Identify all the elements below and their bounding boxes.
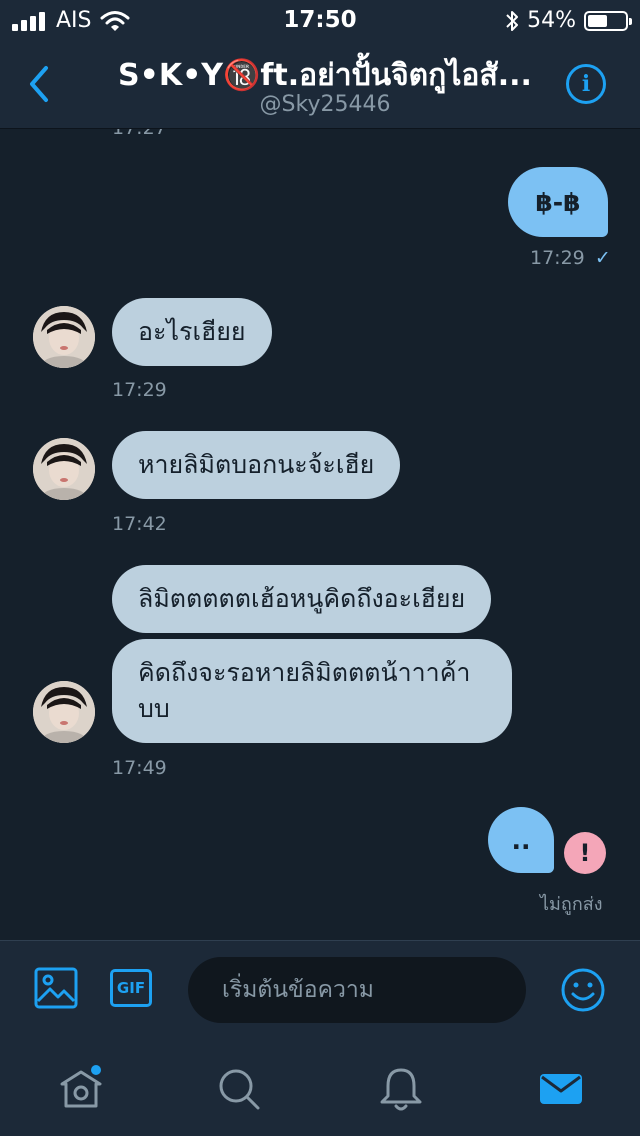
message-timestamp: 17:29 ✓ xyxy=(530,247,611,269)
error-icon[interactable]: ! xyxy=(564,832,606,874)
message-composer: GIF xyxy=(0,940,640,1043)
nav-messages[interactable] xyxy=(536,1064,586,1114)
status-bar: AIS 17:50 54% xyxy=(0,0,640,40)
message-list[interactable]: 17:27 ฿-฿ 17:29 ✓ อะไรเฮียย 17:29 xyxy=(0,129,640,940)
info-icon: i xyxy=(581,71,591,97)
message-text: ฿-฿ xyxy=(535,187,581,217)
message-timestamp: 17:42 xyxy=(112,513,167,535)
bluetooth-icon xyxy=(506,10,519,31)
bottom-nav xyxy=(0,1042,640,1136)
message-bubble-outgoing[interactable]: .. xyxy=(488,807,554,873)
avatar[interactable] xyxy=(33,438,95,500)
message-bubble-incoming[interactable]: หายลิมิตบอกนะจ้ะเฮีย xyxy=(112,431,401,499)
chevron-left-icon xyxy=(30,66,48,102)
battery-percent: 54% xyxy=(527,8,576,33)
nav-home[interactable] xyxy=(56,1064,106,1114)
send-failed-label[interactable]: ไม่ถูกส่ง xyxy=(540,889,603,918)
avatar-photo xyxy=(33,681,95,743)
image-icon xyxy=(34,967,78,1009)
search-icon xyxy=(219,1069,260,1110)
gif-button[interactable]: GIF xyxy=(110,969,152,1007)
read-check-icon: ✓ xyxy=(594,247,611,269)
back-button[interactable] xyxy=(22,60,58,108)
message-bubble-outgoing[interactable]: ฿-฿ xyxy=(508,167,608,237)
emoji-button[interactable] xyxy=(560,967,606,1017)
conversation-handle: @Sky25446 xyxy=(259,92,391,117)
message-text: ลิมิตตตตตเฮ้อหนูคิดถึงอะเฮียย xyxy=(138,584,466,613)
envelope-icon xyxy=(540,1074,582,1104)
info-button[interactable]: i xyxy=(566,64,606,104)
message-text: .. xyxy=(511,825,531,855)
battery-level xyxy=(588,14,607,27)
emoji-icon xyxy=(561,968,605,1012)
conversation-header: S•K•Y🔞ft.อย่าปั้นจิตกูไอสั... @Sky25446 … xyxy=(0,40,640,129)
message-bubble-incoming[interactable]: อะไรเฮียย xyxy=(112,298,272,366)
gif-icon: GIF xyxy=(116,979,146,997)
nav-notifications[interactable] xyxy=(376,1064,426,1114)
message-bubble-incoming[interactable]: ลิมิตตตตตเฮ้อหนูคิดถึงอะเฮียย xyxy=(112,565,492,633)
message-text: อะไรเฮียย xyxy=(138,317,246,346)
message-timestamp: 17:27 xyxy=(112,129,167,139)
avatar-photo xyxy=(33,438,95,500)
battery-icon xyxy=(584,10,632,31)
message-text: หายลิมิตบอกนะจ้ะเฮีย xyxy=(138,450,375,479)
nav-search[interactable] xyxy=(214,1064,264,1114)
message-bubble-incoming[interactable]: คิดถึงจะรอหายลิมิตตตน้าาาค้าบบ xyxy=(112,639,512,743)
message-text: คิดถึงจะรอหายลิมิตตตน้าาาค้าบบ xyxy=(138,658,471,723)
home-icon xyxy=(60,1065,102,1108)
avatar[interactable] xyxy=(33,681,95,743)
message-input[interactable] xyxy=(188,957,526,1023)
image-button[interactable] xyxy=(34,967,78,1013)
bell-icon xyxy=(380,1068,422,1111)
avatar-photo xyxy=(33,306,95,368)
avatar[interactable] xyxy=(33,306,95,368)
message-timestamp: 17:29 xyxy=(112,379,167,401)
message-timestamp: 17:49 xyxy=(112,757,167,779)
status-right: 54% xyxy=(505,8,632,33)
